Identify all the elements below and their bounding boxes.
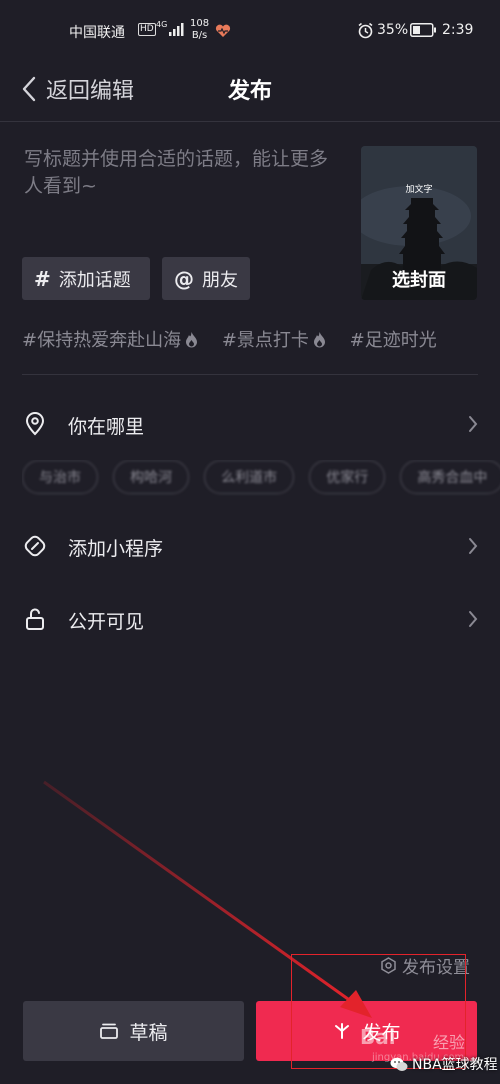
hd-badge: HD (138, 23, 156, 36)
add-topic-button[interactable]: # 添加话题 (22, 257, 150, 300)
chevron-right-icon (469, 538, 478, 554)
baidu-watermark: Bai (360, 1025, 396, 1049)
mention-friend-button[interactable]: @ 朋友 (162, 257, 250, 300)
chevron-right-icon (469, 611, 478, 627)
speed-value: 108 (190, 18, 210, 29)
mini-program-label: 添加小程序 (68, 538, 164, 560)
cover-text-overlay: 加文字 (405, 185, 433, 195)
tag-text: #保持热爱奔赴山海 (22, 330, 182, 351)
select-cover-label: 选封面 (392, 270, 446, 291)
network-speed: 108 B/s (190, 18, 209, 42)
chevron-right-icon (469, 416, 478, 432)
save-draft-button[interactable]: 草稿 (23, 1001, 244, 1061)
jingyan-watermark: 经验 (433, 1033, 466, 1052)
location-chip[interactable]: 么利道市 (204, 460, 295, 494)
suggested-tag[interactable]: #景点打卡 (222, 326, 326, 352)
suggested-tag[interactable]: #足迹时光 (350, 326, 437, 352)
location-chip[interactable]: 构哈河 (113, 460, 190, 494)
location-suggestions: 与治市 构哈河 么利道市 优家行 高秀合血中 (22, 460, 500, 496)
location-row[interactable]: 你在哪里 (0, 402, 500, 446)
visibility-label: 公开可见 (68, 611, 145, 633)
signal-icon (169, 23, 184, 36)
section-divider (22, 374, 478, 375)
page-title: 发布 (227, 79, 272, 104)
draft-label: 草稿 (129, 1021, 168, 1044)
location-label: 你在哪里 (68, 416, 145, 438)
mini-program-row[interactable]: 添加小程序 (0, 524, 500, 568)
hashtag-icon: # (34, 266, 51, 291)
link-icon (24, 535, 46, 557)
publish-sparkle-icon (335, 1023, 350, 1039)
header-divider (0, 121, 500, 122)
location-chip[interactable]: 优家行 (309, 460, 386, 494)
health-heart-icon (215, 24, 231, 37)
mention-friend-label: 朋友 (202, 269, 238, 291)
publish-settings-link[interactable]: 发布设置 (380, 953, 470, 978)
publish-settings-label: 发布设置 (402, 958, 470, 978)
suggested-tags: #保持热爱奔赴山海 #景点打卡 #足迹时光 (22, 326, 455, 352)
carrier-name: 中国联通 (69, 25, 125, 41)
clock-time: 2:39 (442, 22, 474, 38)
publish-page: 中国联通 HD 4G 108 B/s 35% 2:39 返回编辑 发布 写标题并… (0, 0, 500, 1084)
suggested-tag[interactable]: #保持热爱奔赴山海 (22, 326, 198, 352)
tag-text: #景点打卡 (221, 330, 309, 351)
settings-icon (381, 957, 396, 974)
at-icon: @ (174, 266, 194, 291)
flame-icon (186, 332, 198, 348)
flame-icon (313, 332, 325, 348)
network-type: 4G (156, 20, 168, 29)
caption-input[interactable]: 写标题并使用合适的话题，能让更多人看到~ (24, 146, 346, 200)
add-topic-label: 添加话题 (58, 269, 131, 291)
battery-icon (410, 23, 436, 37)
visibility-row[interactable]: 公开可见 (0, 597, 500, 641)
location-chip[interactable]: 高秀合血中 (400, 460, 500, 494)
tag-text: #足迹时光 (349, 330, 437, 351)
status-bar: 中国联通 HD 4G 108 B/s 35% 2:39 (0, 0, 500, 62)
account-name: NBA篮球教程 (412, 1057, 498, 1073)
battery-percent: 35% (377, 22, 409, 38)
account-watermark: NBA篮球教程 (390, 1054, 498, 1074)
wechat-icon (390, 1057, 408, 1071)
location-chip[interactable]: 与治市 (22, 460, 98, 494)
draft-box-icon (100, 1023, 119, 1039)
location-pin-icon (25, 412, 45, 436)
nav-bar: 返回编辑 发布 (0, 62, 500, 120)
unlock-icon (26, 608, 44, 630)
alarm-icon (358, 22, 373, 39)
speed-unit: B/s (191, 30, 208, 41)
cover-selector[interactable]: 加文字 选封面 (361, 146, 477, 300)
